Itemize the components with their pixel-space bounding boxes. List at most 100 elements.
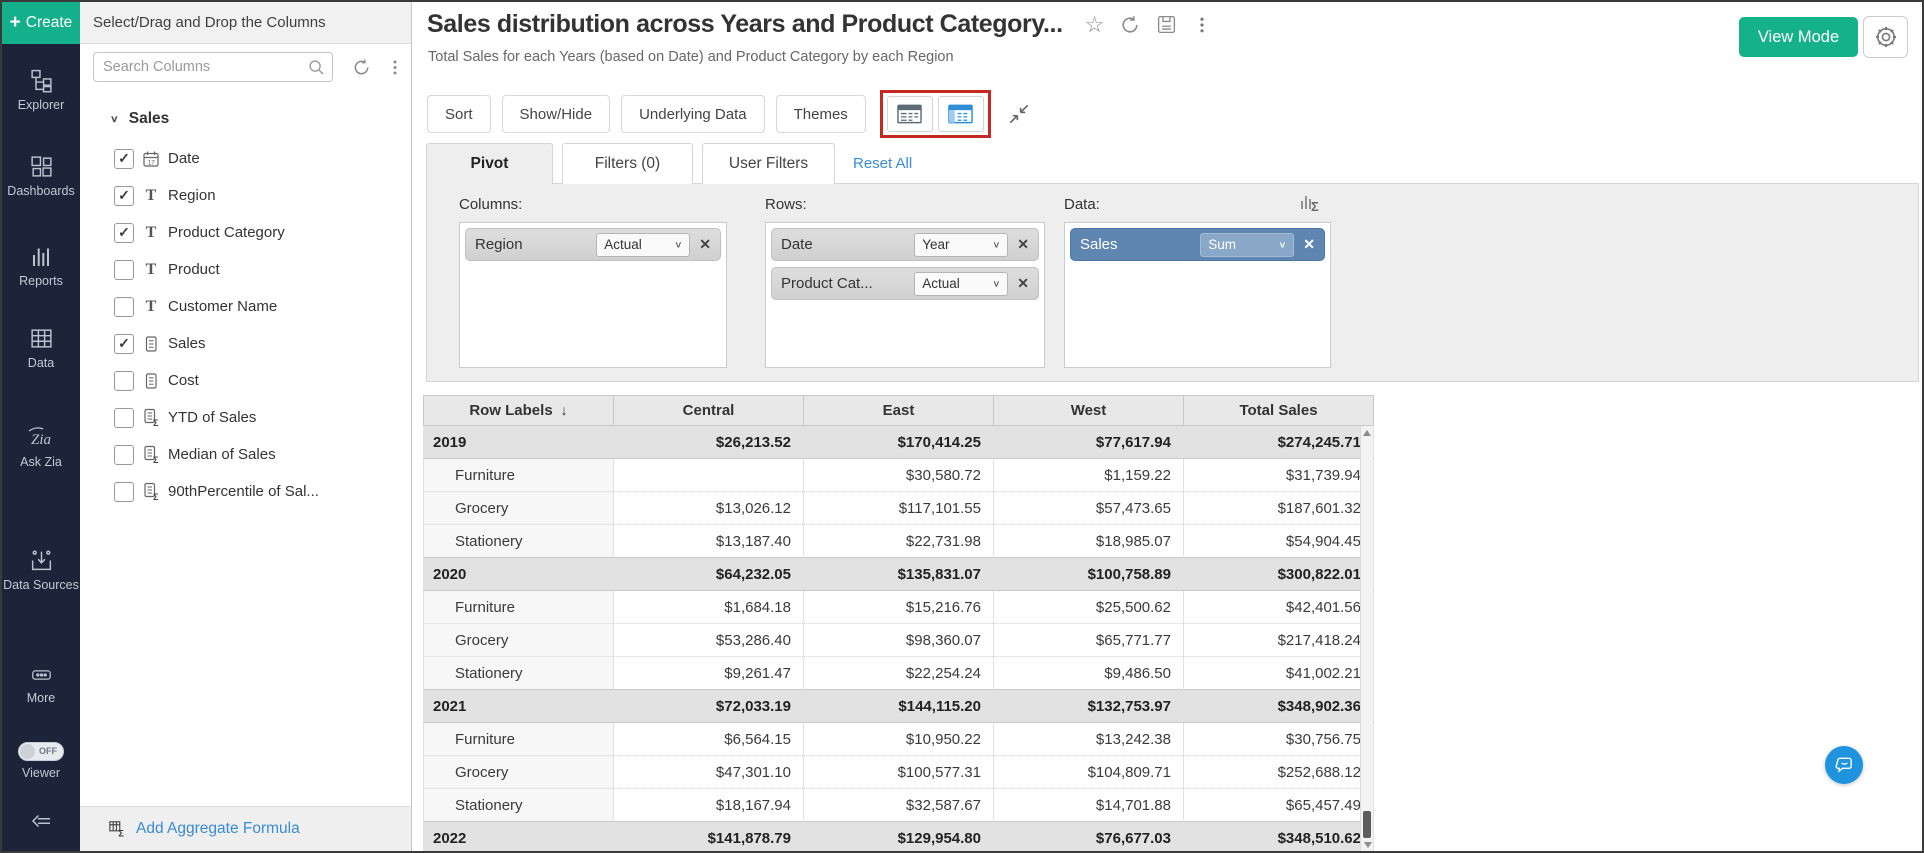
sidebar-item-explorer[interactable]: Explorer	[2, 68, 80, 114]
chip-function-dropdown[interactable]: Actual ∨	[596, 233, 690, 257]
column-list-item[interactable]: 17 T Σ Region	[80, 177, 411, 214]
column-checkbox[interactable]	[114, 482, 134, 502]
value-cell: $54,904.45	[1184, 525, 1374, 558]
collapse-expand-icon[interactable]	[1006, 101, 1032, 127]
sidebar-item-data[interactable]: Data	[2, 326, 80, 372]
tab-filters[interactable]: Filters (0)	[562, 143, 693, 184]
chevron-down-icon: ∨	[674, 239, 682, 249]
chip-function-dropdown[interactable]: Year ∨	[914, 233, 1008, 257]
scroll-up-arrow[interactable]	[1363, 430, 1371, 436]
search-columns-input[interactable]	[103, 53, 298, 81]
tab-user-filters[interactable]: User Filters	[702, 143, 835, 184]
sidebar-item-more[interactable]: More	[2, 664, 80, 707]
assistant-chat-button[interactable]	[1825, 746, 1863, 784]
table-vertical-scrollbar[interactable]	[1360, 426, 1373, 851]
chip-remove-icon[interactable]: ✕	[1017, 275, 1029, 292]
column-list-item[interactable]: 17 T Σ Product	[80, 251, 411, 288]
column-header[interactable]: Total Sales	[1184, 396, 1374, 426]
pivot-table-row[interactable]: Stationery $13,187.40 $22,731.98 $18,985…	[424, 525, 1374, 558]
save-icon[interactable]	[1156, 14, 1177, 35]
column-list-item[interactable]: 17 T Σ YTD of Sales	[80, 399, 411, 436]
pivot-table-row[interactable]: Furniture $1,684.18 $15,216.76 $25,500.6…	[424, 591, 1374, 624]
pivot-table-row[interactable]: Furniture $30,580.72 $1,159.22 $31,739.9…	[424, 459, 1374, 492]
show-hide-button[interactable]: Show/Hide	[502, 95, 611, 133]
table-group-sales[interactable]: ∨ Sales	[110, 110, 169, 128]
tab-pivot[interactable]: Pivot	[426, 143, 553, 184]
viewer-toggle[interactable]: OFF	[18, 742, 64, 761]
chip-remove-icon[interactable]: ✕	[1017, 236, 1029, 253]
view-mode-button[interactable]: View Mode	[1739, 17, 1858, 57]
columns-dropzone[interactable]: Region Actual ∨ ✕	[459, 222, 727, 368]
scrollbar-thumb[interactable]	[1363, 811, 1371, 838]
chip-function-dropdown[interactable]: Sum ∨	[1200, 233, 1294, 257]
column-checkbox[interactable]	[114, 371, 134, 391]
pivot-table-row[interactable]: Grocery $13,026.12 $117,101.55 $57,473.6…	[424, 492, 1374, 525]
column-list-item[interactable]: 17 T Σ 90thPercentile of Sal...	[80, 473, 411, 510]
column-label: Region	[168, 187, 216, 204]
formula-column-icon: Σ	[140, 408, 162, 427]
column-checkbox[interactable]	[114, 297, 134, 317]
field-chip-region[interactable]: Region Actual ∨ ✕	[465, 228, 721, 261]
pivot-table-row[interactable]: Furniture $6,564.15 $10,950.22 $13,242.3…	[424, 723, 1374, 756]
rows-dropzone[interactable]: Date Year ∨ ✕ Product Cat... Actual ∨ ✕	[765, 222, 1045, 368]
scroll-down-arrow[interactable]	[1364, 842, 1372, 848]
add-aggregate-formula-link[interactable]: Add Aggregate Formula	[136, 820, 300, 838]
pivot-table-row[interactable]: 2022 $141,878.79 $129,954.80 $76,677.03 …	[424, 822, 1374, 853]
column-list-item[interactable]: 17 T Σ Product Category	[80, 214, 411, 251]
data-dropzone[interactable]: Sales Sum ∨ ✕	[1064, 222, 1331, 368]
column-checkbox[interactable]	[114, 408, 134, 428]
column-header[interactable]: West	[994, 396, 1184, 426]
sidebar-item-data-sources[interactable]: Data Sources	[2, 548, 80, 594]
underlying-data-button[interactable]: Underlying Data	[621, 95, 765, 133]
column-checkbox[interactable]	[114, 186, 134, 206]
refresh-report-icon[interactable]	[1120, 15, 1140, 35]
pivot-table-row[interactable]: Stationery $9,261.47 $22,254.24 $9,486.5…	[424, 657, 1374, 690]
sidebar-item-ask-zia[interactable]: Zia Ask Zia	[2, 424, 80, 471]
reset-all-link[interactable]: Reset All	[853, 143, 912, 184]
pivot-table-row[interactable]: 2020 $64,232.05 $135,831.07 $100,758.89 …	[424, 558, 1374, 591]
column-checkbox[interactable]	[114, 334, 134, 354]
pivot-table-row[interactable]: 2019 $26,213.52 $170,414.25 $77,617.94 $…	[424, 426, 1374, 459]
column-list-item[interactable]: 17 T Σ Cost	[80, 362, 411, 399]
favorite-star-icon[interactable]: ☆	[1085, 14, 1105, 36]
chip-function-dropdown[interactable]: Actual ∨	[914, 272, 1008, 296]
pivot-table-row[interactable]: Grocery $47,301.10 $100,577.31 $104,809.…	[424, 756, 1374, 789]
column-checkbox[interactable]	[114, 260, 134, 280]
sidebar-item-dashboards[interactable]: Dashboards	[2, 154, 80, 200]
column-checkbox[interactable]	[114, 445, 134, 465]
pivot-table-row[interactable]: 2021 $72,033.19 $144,115.20 $132,753.97 …	[424, 690, 1374, 723]
settings-button[interactable]	[1863, 16, 1908, 58]
column-checkbox[interactable]	[114, 149, 134, 169]
summary-bars-icon[interactable]: Σ	[1299, 192, 1323, 214]
refresh-columns-icon[interactable]	[352, 58, 371, 77]
sidebar-item-label: Reports	[2, 274, 80, 290]
title-kebab-icon[interactable]	[1193, 15, 1211, 35]
column-checkbox[interactable]	[114, 223, 134, 243]
field-chip-product-category[interactable]: Product Cat... Actual ∨ ✕	[771, 267, 1039, 300]
column-list-item[interactable]: 17 T Σ Date	[80, 140, 411, 177]
pivot-table-row[interactable]: Stationery $18,167.94 $32,587.67 $14,701…	[424, 789, 1374, 822]
column-header[interactable]: East	[804, 396, 994, 426]
column-header[interactable]: Central	[614, 396, 804, 426]
row-labels-header[interactable]: Row Labels↓	[424, 396, 614, 426]
sort-button[interactable]: Sort	[427, 95, 491, 133]
pivot-table-row[interactable]: Grocery $53,286.40 $98,360.07 $65,771.77…	[424, 624, 1374, 657]
collapse-sidebar-button[interactable]	[2, 810, 80, 834]
chip-remove-icon[interactable]: ✕	[1303, 236, 1315, 253]
field-chip-sales[interactable]: Sales Sum ∨ ✕	[1070, 228, 1325, 261]
pivot-table-view-button[interactable]	[938, 96, 984, 132]
panel-menu-kebab-icon[interactable]	[386, 58, 404, 77]
columns-section-label: Columns:	[459, 196, 522, 213]
themes-button[interactable]: Themes	[776, 95, 866, 133]
pivot-header-row: Row Labels↓ Central East West Total Sale…	[424, 396, 1374, 426]
column-list-item[interactable]: 17 T Σ Customer Name	[80, 288, 411, 325]
value-cell: $13,187.40	[614, 525, 804, 558]
create-button[interactable]: + Create	[2, 2, 80, 44]
sidebar-item-reports[interactable]: Reports	[2, 245, 80, 290]
field-chip-date[interactable]: Date Year ∨ ✕	[771, 228, 1039, 261]
chip-remove-icon[interactable]: ✕	[699, 236, 711, 253]
column-list-item[interactable]: 17 T Σ Median of Sales	[80, 436, 411, 473]
compact-table-view-button[interactable]	[887, 96, 933, 132]
value-cell: $100,758.89	[994, 558, 1184, 591]
column-list-item[interactable]: 17 T Σ Sales	[80, 325, 411, 362]
